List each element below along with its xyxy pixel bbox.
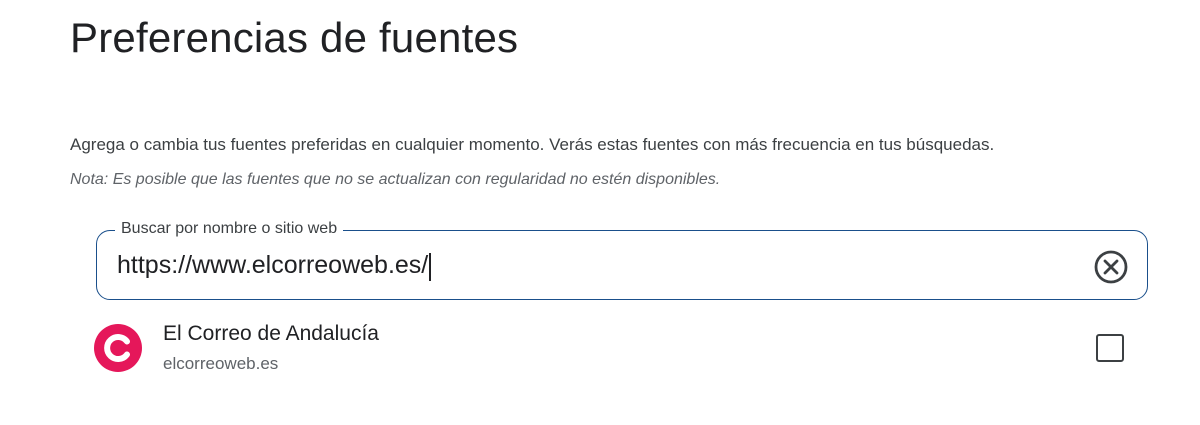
source-checkbox[interactable]	[1096, 334, 1124, 362]
clear-search-button[interactable]	[1093, 249, 1129, 285]
search-label: Buscar por nombre o sitio web	[115, 219, 344, 239]
source-domain: elcorreoweb.es	[163, 354, 279, 373]
source-preferences-page: Preferencias de fuentes Agrega o cambia …	[0, 0, 1200, 425]
close-circle-icon	[1094, 250, 1128, 284]
page-title: Preferencias de fuentes	[70, 14, 519, 61]
intro-description: Agrega o cambia tus fuentes preferidas e…	[70, 135, 995, 154]
intro-note: Nota: Es posible que las fuentes que no …	[70, 171, 721, 188]
search-field[interactable]: Buscar por nombre o sitio web	[96, 219, 1148, 300]
source-name: El Correo de Andalucía	[163, 322, 379, 345]
el-correo-logo-icon	[94, 324, 142, 372]
source-result-row[interactable]: El Correo de Andalucía elcorreoweb.es	[94, 318, 1144, 382]
text-caret	[429, 253, 431, 281]
search-input[interactable]	[117, 245, 1017, 285]
